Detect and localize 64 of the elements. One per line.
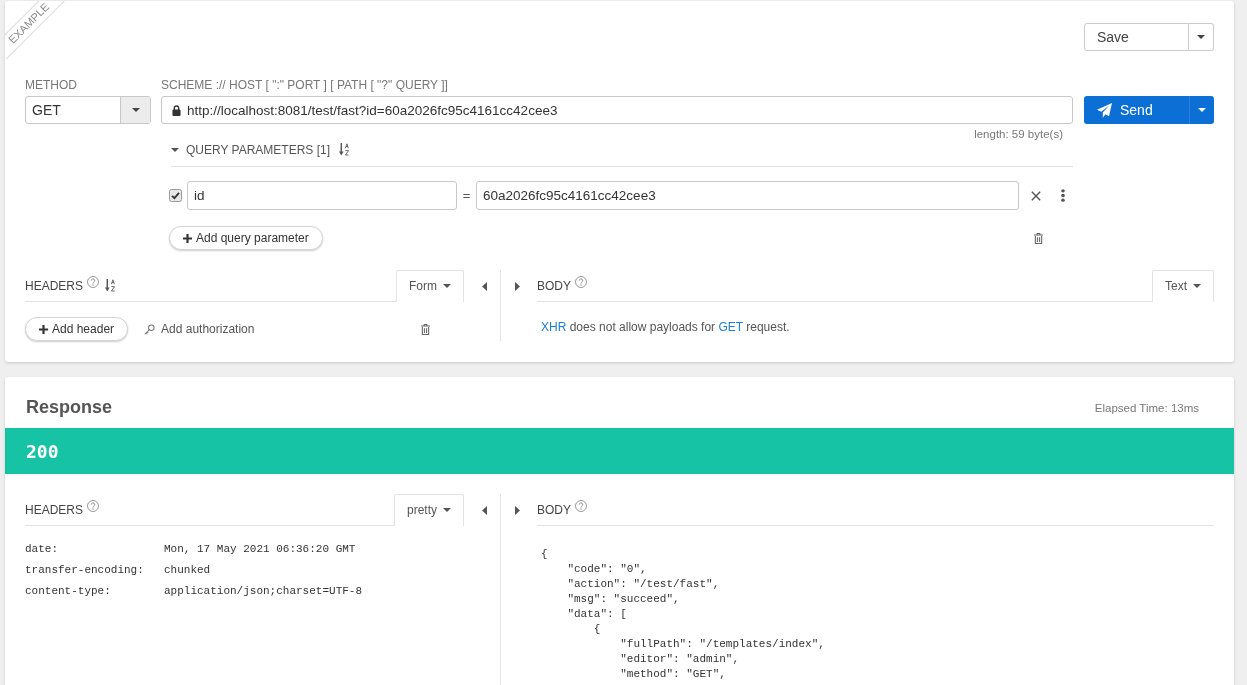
caret-icon — [1193, 284, 1201, 288]
body-title: BODY — [537, 278, 571, 293]
code-line: "msg": "succeed", — [566, 592, 680, 607]
response-title: Response — [26, 397, 113, 418]
add-authorization-button[interactable]: Add authorization — [144, 322, 255, 336]
code-line: { — [541, 547, 548, 562]
add-query-parameter-button[interactable]: Add query parameter — [169, 226, 323, 250]
trash-icon[interactable] — [1034, 232, 1043, 244]
code-line: { — [592, 622, 601, 637]
send-button[interactable]: Send — [1084, 96, 1189, 124]
caret-icon — [1198, 108, 1206, 112]
headers-view-dropdown[interactable]: pretty — [394, 493, 464, 526]
code-line: "data": [ — [566, 607, 627, 622]
caret-icon — [443, 508, 451, 512]
lock-icon — [172, 104, 181, 116]
url-field[interactable]: http://localhost:8081/test/fast?id=60a2026fc95c4161cc42cee3 — [161, 96, 1073, 124]
caret-left-icon[interactable] — [482, 282, 487, 291]
caret-left-icon[interactable] — [482, 506, 487, 515]
plus-icon — [183, 233, 192, 243]
caret-right-icon[interactable] — [515, 282, 520, 291]
header-name: date: — [25, 542, 59, 557]
caret-icon — [443, 284, 451, 288]
code-line: "method": "GET", — [619, 667, 726, 682]
method-select[interactable]: GET — [25, 96, 151, 124]
sort-icon[interactable] — [339, 143, 351, 156]
header-value: Mon, 17 May 2021 06:36:20 GMT — [164, 542, 357, 557]
code-line: "fullPath": "/templates/index", — [619, 637, 825, 652]
headers-editor-dropdown[interactable]: Form — [396, 269, 464, 302]
query-parameters-toggle[interactable]: QUERY PARAMETERS [1] — [171, 142, 331, 157]
header-name: content-type: — [25, 584, 112, 599]
body-editor-dropdown[interactable]: Text — [1152, 269, 1214, 302]
header-name: transfer-encoding: — [25, 563, 145, 578]
code-line: "action": "/test/fast", — [566, 577, 720, 592]
header-value: chunked — [164, 563, 212, 578]
code-line: "editor": "admin", — [619, 652, 740, 667]
equals-sign: = — [461, 188, 472, 203]
param-name-field[interactable]: id — [187, 181, 457, 210]
plus-icon — [39, 324, 48, 334]
key-icon — [144, 323, 156, 335]
code-line: "code": "0", — [566, 562, 647, 577]
trash-icon[interactable] — [421, 323, 430, 335]
headers-title: HEADERS — [25, 278, 83, 293]
more-icon[interactable] — [1061, 189, 1065, 202]
close-icon[interactable] — [1031, 190, 1041, 201]
elapsed-time: Elapsed Time: 13ms — [1094, 401, 1199, 414]
method-dropdown-toggle[interactable] — [120, 97, 150, 123]
add-header-button[interactable]: Add header — [25, 317, 129, 341]
status-code-bar: 200 — [5, 428, 1234, 474]
body-title: BODY — [537, 502, 571, 517]
headers-title: HEADERS — [25, 502, 83, 517]
checkbox[interactable] — [169, 189, 182, 202]
method-label: METHOD — [25, 77, 78, 93]
caret-icon — [131, 108, 140, 112]
send-icon — [1097, 102, 1112, 118]
param-value-field[interactable]: 60a2026fc95c4161cc42cee3 — [476, 181, 1019, 210]
header-value: application/json;charset=UTF-8 — [164, 584, 363, 599]
caret-icon — [1197, 35, 1205, 39]
caret-right-icon[interactable] — [515, 506, 520, 515]
url-format-label: SCHEME :// HOST [ ":" PORT ] [ PATH [ "?" QUERY ]] — [161, 77, 449, 93]
body-note: XHR does not allow payloads for GET request. — [540, 320, 791, 334]
save-button[interactable]: Save — [1084, 23, 1189, 51]
save-options-button[interactable] — [1189, 23, 1214, 51]
sort-icon[interactable] — [105, 279, 116, 292]
url-length-text: length: 59 byte(s) — [973, 127, 1064, 141]
